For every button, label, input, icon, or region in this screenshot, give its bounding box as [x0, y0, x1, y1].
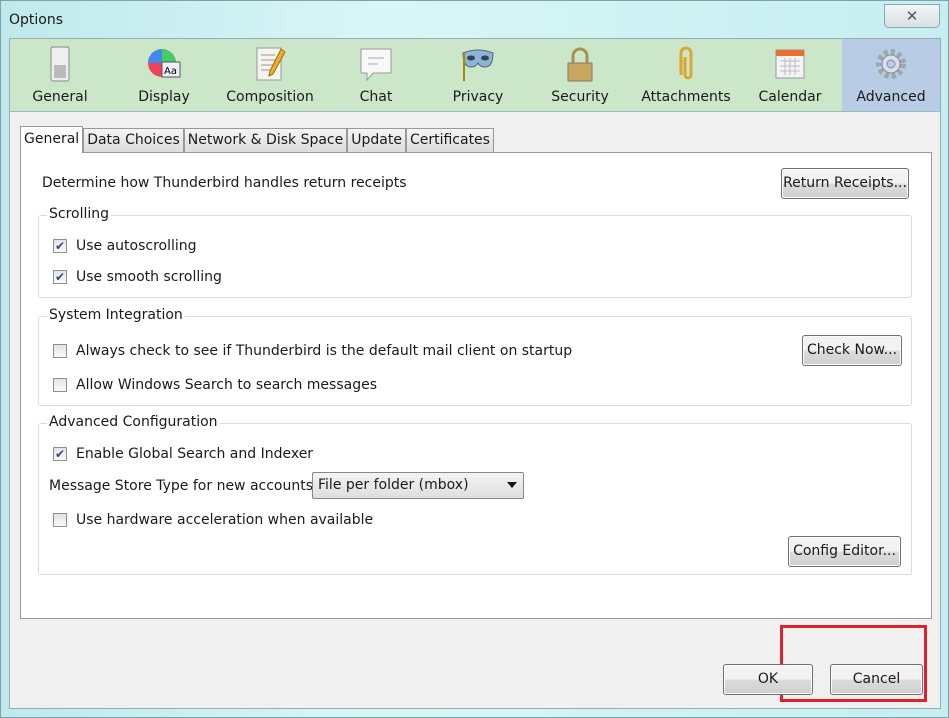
windows-search-option[interactable]: Allow Windows Search to search messages [53, 377, 377, 393]
tab-panel-general: Determine how Thunderbird handles return… [20, 152, 932, 702]
toolbar-privacy[interactable]: Privacy [428, 39, 528, 111]
category-toolbar: General Aa Display Composition Chat Priva… [10, 39, 940, 112]
advanced-configuration-group: Advanced Configuration ✔ Enable Global Se… [38, 414, 912, 575]
smooth-scroll-checkbox[interactable]: ✔ [53, 270, 67, 284]
svg-text:Aa: Aa [164, 66, 177, 77]
close-icon: ✕ [905, 7, 919, 25]
dialog-body: General Aa Display Composition Chat Priva… [9, 38, 941, 709]
global-search-checkbox[interactable]: ✔ [53, 447, 67, 461]
calendar-icon [775, 49, 805, 79]
gear-icon [876, 49, 906, 79]
system-integration-group: System Integration Always check to see i… [38, 307, 912, 406]
message-store-dropdown[interactable]: File per folder (mbox) [312, 472, 524, 499]
lock-icon [567, 47, 593, 82]
receipts-description: Determine how Thunderbird handles return… [42, 175, 407, 191]
default-client-checkbox[interactable] [53, 344, 67, 358]
display-icon: Aa [148, 49, 181, 78]
toolbar-calendar[interactable]: Calendar [740, 39, 840, 111]
paperclip-icon [679, 46, 693, 80]
switch-icon [50, 46, 70, 82]
close-button[interactable]: ✕ [884, 4, 940, 28]
smooth-scroll-option[interactable]: ✔ Use smooth scrolling [53, 269, 222, 285]
toolbar-display[interactable]: Aa Display [114, 39, 214, 111]
windows-search-checkbox[interactable] [53, 378, 67, 392]
toolbar-composition[interactable]: Composition [218, 39, 322, 111]
global-search-option[interactable]: ✔ Enable Global Search and Indexer [53, 446, 313, 462]
autoscroll-option[interactable]: ✔ Use autoscrolling [53, 238, 197, 254]
scrolling-label: Scrolling [47, 206, 112, 222]
advanced-configuration-label: Advanced Configuration [47, 414, 220, 430]
default-client-option[interactable]: Always check to see if Thunderbird is th… [53, 343, 572, 359]
toolbar-security[interactable]: Security [530, 39, 630, 111]
scrolling-group: Scrolling ✔ Use autoscrolling ✔ Use smooth… [38, 206, 912, 298]
composition-icon [256, 47, 286, 81]
return-receipts-button[interactable]: Return Receipts... [781, 168, 909, 199]
options-window: Options ✕ General Aa Display Composition … [0, 0, 949, 718]
tab-certificates[interactable]: Certificates [405, 128, 494, 152]
check-now-button[interactable]: Check Now... [802, 335, 902, 366]
chat-icon [360, 48, 392, 82]
tab-network-disk-space[interactable]: Network & Disk Space [183, 128, 348, 152]
window-title: Options [9, 12, 64, 28]
tab-general[interactable]: General [20, 126, 84, 153]
toolbar-advanced[interactable]: Advanced [842, 39, 940, 111]
tab-update[interactable]: Update [347, 128, 406, 152]
autoscroll-checkbox[interactable]: ✔ [53, 239, 67, 253]
toolbar-chat[interactable]: Chat [326, 39, 426, 111]
toolbar-general[interactable]: General [10, 39, 110, 111]
ok-button[interactable]: OK [723, 664, 813, 695]
tab-data-choices[interactable]: Data Choices [83, 128, 184, 152]
mask-icon [462, 49, 494, 81]
cancel-button[interactable]: Cancel [830, 664, 923, 695]
toolbar-attachments[interactable]: Attachments [634, 39, 738, 111]
hardware-acceleration-option[interactable]: Use hardware acceleration when available [53, 512, 373, 528]
config-editor-button[interactable]: Config Editor... [788, 536, 901, 567]
message-store-label: Message Store Type for new accounts: [49, 478, 318, 494]
system-integration-label: System Integration [47, 307, 185, 323]
tab-strip: General Data Choices Network & Disk Spac… [20, 126, 494, 153]
chevron-down-icon [507, 482, 517, 488]
hardware-acceleration-checkbox[interactable] [53, 513, 67, 527]
